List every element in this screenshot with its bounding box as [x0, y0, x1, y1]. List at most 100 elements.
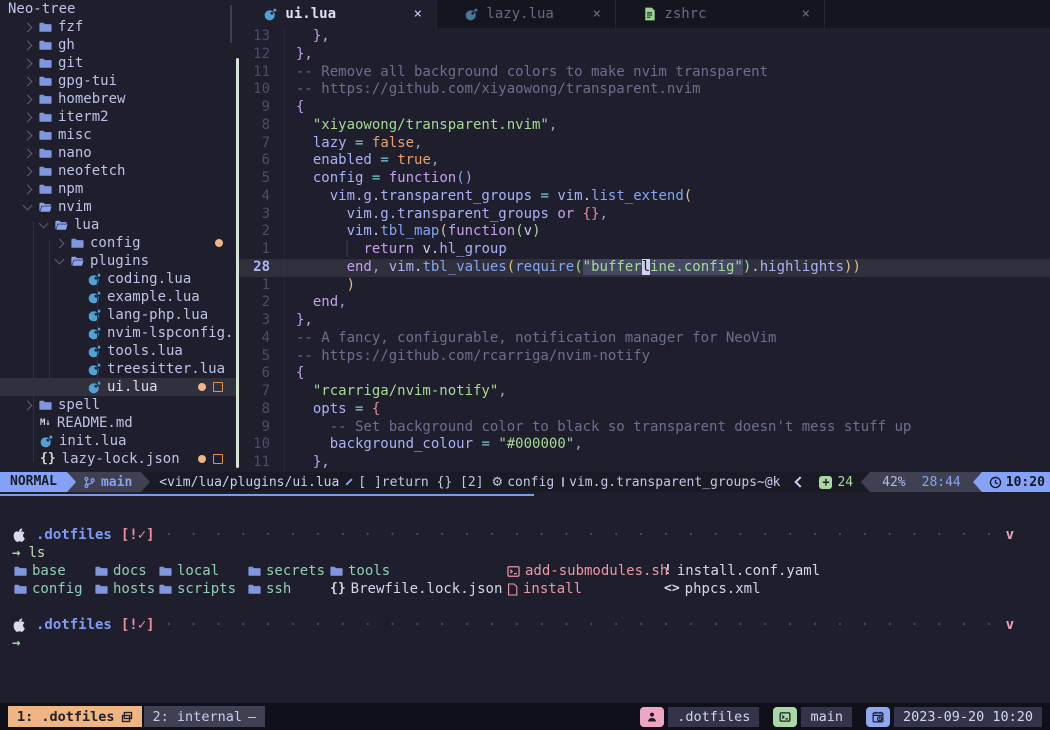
- code-line[interactable]: 7 lazy = false,: [236, 135, 1050, 153]
- tree-item-label: lang-php.lua: [107, 306, 208, 324]
- tree-item-label: lazy-lock.json: [62, 450, 180, 468]
- code-line[interactable]: 6{: [236, 365, 1050, 383]
- tab-lazy.lua[interactable]: lazy.lua×: [437, 0, 616, 28]
- tree-item-config[interactable]: config: [0, 234, 236, 252]
- close-icon[interactable]: ×: [593, 6, 601, 22]
- ls-output-row1: basedocslocalsecretstoolsadd-submodules.…: [0, 562, 1050, 580]
- code-line[interactable]: 10-- https://github.com/xiyaowong/transp…: [236, 81, 1050, 99]
- git-added-icon: +: [819, 476, 832, 489]
- tree-item-lang-php.lua[interactable]: lang-php.lua: [0, 306, 236, 324]
- lua-icon: [88, 327, 101, 340]
- code-text: -- https://github.com/xiyaowong/transpar…: [285, 81, 701, 99]
- code-line[interactable]: 3 vim.g.transparent_groups or {},: [236, 206, 1050, 224]
- prompt-filler: · · · · · · · · · · · · · · · · · · · · …: [165, 526, 996, 544]
- code-line[interactable]: 6 enabled = true,: [236, 152, 1050, 170]
- tab-zshrc[interactable]: zshrc×: [616, 0, 825, 28]
- tree-item-fzf[interactable]: fzf: [0, 18, 236, 36]
- tree-item-iterm2[interactable]: iterm2: [0, 108, 236, 126]
- ls-entry-phpcs.xml: <>phpcs.xml: [664, 580, 761, 598]
- code-text: -- https://github.com/rcarriga/nvim-noti…: [285, 348, 650, 366]
- code-line[interactable]: 2 end,: [236, 294, 1050, 312]
- tree-item-git[interactable]: git: [0, 54, 236, 72]
- tree-item-label: nano: [58, 144, 92, 162]
- tree-item-README.md[interactable]: M↓README.md: [0, 414, 236, 432]
- bufferline: ui.lua× lazy.lua× zshrc×: [236, 0, 1050, 28]
- folder-icon: [159, 583, 172, 596]
- folder-icon: [248, 583, 261, 596]
- lua-icon: [264, 8, 277, 21]
- ls-entry-ssh: ssh: [248, 580, 291, 598]
- prompt-git-status: [!✓]: [121, 616, 155, 634]
- code-line[interactable]: 4 vim.g.transparent_groups = vim.list_ex…: [236, 188, 1050, 206]
- tree-item-lazy-lock.json[interactable]: {}lazy-lock.json: [0, 450, 236, 468]
- close-icon[interactable]: ×: [414, 6, 422, 22]
- tree-item-tools.lua[interactable]: tools.lua: [0, 342, 236, 360]
- tree-item-plugins[interactable]: plugins: [0, 252, 236, 270]
- tree-item-gpg-tui[interactable]: gpg-tui: [0, 72, 236, 90]
- tree-item-npm[interactable]: npm: [0, 180, 236, 198]
- command-line-empty[interactable]: →: [0, 634, 1050, 652]
- command-line[interactable]: → ls: [0, 544, 1050, 562]
- line-number: 13: [236, 28, 285, 46]
- code-line[interactable]: 7 "rcarriga/nvim-notify",: [236, 383, 1050, 401]
- shell-prompt: .dotfiles [!✓] · · · · · · · · · · · · ·…: [0, 526, 1050, 544]
- tree-item-badges: [215, 239, 236, 247]
- terminal-app: Neo-tree fzfghgitgpg-tuihomebrewiterm2mi…: [0, 0, 1050, 730]
- register-indicator: ~@k: [757, 475, 780, 490]
- code-line[interactable]: 10 background_colour = "#000000",: [236, 436, 1050, 454]
- tree-item-lua[interactable]: lua: [0, 216, 236, 234]
- tree-item-badges: [198, 382, 236, 392]
- tree-item-spell[interactable]: spell: [0, 396, 236, 414]
- ls-entry-tools: tools: [330, 562, 390, 580]
- close-icon[interactable]: ×: [802, 6, 810, 22]
- code-line[interactable]: 5 config = function(): [236, 170, 1050, 188]
- excl-icon: !: [664, 562, 672, 580]
- code-line[interactable]: 4-- A fancy, configurable, notification …: [236, 330, 1050, 348]
- code-line[interactable]: 5-- https://github.com/rcarriga/nvim-not…: [236, 348, 1050, 366]
- tmux-window-2[interactable]: 2: internal –: [144, 706, 266, 727]
- code-line[interactable]: 11 },: [236, 454, 1050, 472]
- code-area[interactable]: 13 },12},11-- Remove all background colo…: [236, 28, 1050, 472]
- code-line[interactable]: 8 "xiyaowong/transparent.nvim",: [236, 117, 1050, 135]
- tab-ui.lua[interactable]: ui.lua×: [236, 0, 437, 28]
- prompt-vi-mode: v: [1006, 526, 1014, 544]
- code-line[interactable]: 28 end, vim.tbl_values(require("bufferli…: [236, 259, 1050, 277]
- tree-item-coding.lua[interactable]: coding.lua: [0, 270, 236, 288]
- tree-item-misc[interactable]: misc: [0, 126, 236, 144]
- code-text: opts = {: [285, 401, 380, 419]
- code-line[interactable]: 9 -- Set background color to black so tr…: [236, 419, 1050, 437]
- tmux-window-1[interactable]: 1: .dotfiles: [8, 706, 142, 727]
- tree-item-treesitter.lua[interactable]: treesitter.lua: [0, 360, 236, 378]
- code-text: ): [285, 277, 355, 295]
- tmux-repo-branch: main: [801, 707, 852, 727]
- tree-item-nvim-lspconfig.[interactable]: nvim-lspconfig.: [0, 324, 236, 342]
- neotree-scrollbar[interactable]: [230, 5, 232, 43]
- editor-scrollbar[interactable]: [236, 58, 239, 468]
- code-line[interactable]: 2 vim.tbl_map(function(v): [236, 223, 1050, 241]
- tree-item-homebrew[interactable]: homebrew: [0, 90, 236, 108]
- line-number: 7: [236, 135, 285, 153]
- chevron-right-icon: [346, 478, 353, 485]
- code-line[interactable]: 13 },: [236, 28, 1050, 46]
- chevron-down-icon: [39, 219, 49, 229]
- code-line[interactable]: 11-- Remove all background colors to mak…: [236, 64, 1050, 82]
- tree-item-example.lua[interactable]: example.lua: [0, 288, 236, 306]
- tree-item-nvim[interactable]: nvim: [0, 198, 236, 216]
- tree-item-gh[interactable]: gh: [0, 36, 236, 54]
- tree-item-neofetch[interactable]: neofetch: [0, 162, 236, 180]
- code-line[interactable]: 3},: [236, 312, 1050, 330]
- code-line[interactable]: 12},: [236, 46, 1050, 64]
- tree-item-init.lua[interactable]: init.lua: [0, 432, 236, 450]
- tmux-right: .dotfiles main 2023-09-20 10:20: [640, 707, 1042, 727]
- line-number: 10: [236, 436, 285, 454]
- code-line[interactable]: 1 ): [236, 277, 1050, 295]
- tree-item-nano[interactable]: nano: [0, 144, 236, 162]
- line-number: 6: [236, 152, 285, 170]
- code-line[interactable]: 1 ▏ return v.hl_group: [236, 241, 1050, 259]
- line-number: 9: [236, 419, 285, 437]
- lua-icon: [88, 291, 101, 304]
- tree-item-ui.lua[interactable]: ui.lua: [0, 378, 236, 396]
- code-line[interactable]: 9{: [236, 99, 1050, 117]
- code-line[interactable]: 8 opts = {: [236, 401, 1050, 419]
- code-text: -- Remove all background colors to make …: [285, 64, 768, 82]
